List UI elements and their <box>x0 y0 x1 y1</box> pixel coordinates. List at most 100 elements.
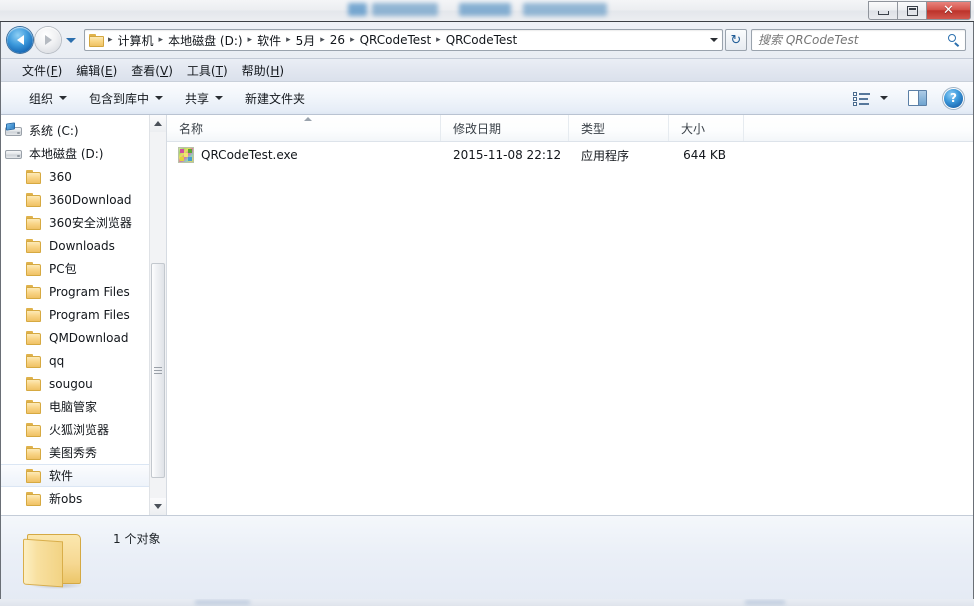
folder-icon <box>25 330 43 346</box>
search-icon <box>948 33 961 47</box>
refresh-button[interactable]: ↻ <box>725 29 747 51</box>
sidebar-item-360download[interactable]: 360Download <box>1 188 150 211</box>
drive-icon <box>5 146 23 162</box>
breadcrumb-item-may[interactable]: 5月 <box>293 31 319 50</box>
window-title-redacted-4 <box>523 3 607 16</box>
menu-help-label: 帮助 <box>241 63 266 78</box>
breadcrumb-separator[interactable]: ▸ <box>157 35 166 45</box>
title-bar[interactable]: ✕ <box>0 0 974 22</box>
breadcrumb-separator[interactable]: ▸ <box>434 35 443 45</box>
organize-label: 组织 <box>29 91 54 106</box>
address-dropdown-button[interactable] <box>706 38 722 42</box>
table-row[interactable]: QRCodeTest.exe 2015-11-08 22:12 应用程序 644… <box>167 142 973 168</box>
menu-tools[interactable]: 工具(T) <box>180 60 235 81</box>
close-button[interactable]: ✕ <box>926 1 971 20</box>
menu-file[interactable]: 文件(F) <box>15 60 69 81</box>
scroll-up-button[interactable] <box>150 115 166 132</box>
forward-arrow-icon <box>44 35 52 45</box>
menu-view[interactable]: 查看(V) <box>124 60 180 81</box>
maximize-button[interactable] <box>897 1 926 20</box>
folder-icon <box>25 238 43 254</box>
sidebar-item-label: 火狐浏览器 <box>49 423 110 437</box>
breadcrumb-item-computer[interactable]: 计算机 <box>115 31 157 50</box>
sidebar-item-pc-manager[interactable]: 电脑管家 <box>1 395 150 418</box>
preview-pane-icon[interactable] <box>908 90 927 106</box>
breadcrumb-separator[interactable]: ▸ <box>246 35 255 45</box>
sidebar-item-360-browser[interactable]: 360安全浏览器 <box>1 211 150 234</box>
toolbar-right-group: ? <box>853 88 973 108</box>
sidebar-item-firefox[interactable]: 火狐浏览器 <box>1 418 150 441</box>
breadcrumb-item-qrcodetest-parent[interactable]: QRCodeTest <box>357 32 435 48</box>
breadcrumb-item-qrcodetest[interactable]: QRCodeTest <box>443 32 521 48</box>
forward-button[interactable] <box>35 27 61 53</box>
scroll-down-button[interactable] <box>150 498 166 515</box>
sidebar-item-program-files[interactable]: Program Files <box>1 280 150 303</box>
scrollbar-thumb[interactable] <box>151 263 165 478</box>
explorer-window: ✕ ▸ 计算机 ▸ 本地磁盘 (D:) ▸ 软件 ▸ 5月 ▸ 26 ▸ QRC… <box>0 0 974 606</box>
breadcrumb-separator[interactable]: ▸ <box>348 35 357 45</box>
sidebar-item-label: 新obs <box>49 492 83 506</box>
include-in-library-button[interactable]: 包含到库中 <box>81 87 171 110</box>
file-type-cell: 应用程序 <box>581 148 630 163</box>
breadcrumb-separator[interactable]: ▸ <box>318 35 327 45</box>
breadcrumb[interactable]: ▸ 计算机 ▸ 本地磁盘 (D:) ▸ 软件 ▸ 5月 ▸ 26 ▸ QRCod… <box>85 31 706 50</box>
new-folder-label: 新建文件夹 <box>245 91 306 106</box>
sidebar-item-qq[interactable]: qq <box>1 349 150 372</box>
sidebar-item-label: QMDownload <box>49 330 129 345</box>
view-options-chevron-down-icon[interactable] <box>880 96 888 100</box>
sidebar-item-new-obs[interactable]: 新obs <box>1 487 150 510</box>
share-button[interactable]: 共享 <box>177 87 231 110</box>
file-list-pane[interactable]: 名称 修改日期 类型 大小 QRCodeTest.exe 2015-11-08 … <box>167 115 973 515</box>
minimize-button[interactable] <box>868 1 897 20</box>
view-options-icon[interactable] <box>853 91 870 106</box>
window-title-redacted-3 <box>459 3 511 16</box>
sidebar-item-local-disk-d[interactable]: 本地磁盘 (D:) <box>1 142 150 165</box>
organize-button[interactable]: 组织 <box>21 87 75 110</box>
sidebar-scrollbar[interactable] <box>149 115 166 515</box>
breadcrumb-separator[interactable]: ▸ <box>106 35 115 45</box>
search-input[interactable] <box>756 32 948 48</box>
menu-edit-label: 编辑 <box>76 63 101 78</box>
menu-file-label: 文件 <box>22 63 47 78</box>
sidebar-item-sougou[interactable]: sougou <box>1 372 150 395</box>
recent-locations-chevron-down-icon[interactable] <box>66 37 76 43</box>
search-box[interactable] <box>751 29 966 51</box>
menu-help[interactable]: 帮助(H) <box>235 60 291 81</box>
new-folder-button[interactable]: 新建文件夹 <box>237 87 313 110</box>
column-header-size-label: 大小 <box>681 121 706 136</box>
sidebar-item-software[interactable]: 软件 <box>1 464 150 487</box>
folder-icon <box>25 169 43 185</box>
column-header-name[interactable]: 名称 <box>167 115 441 141</box>
chevron-down-icon <box>710 38 718 42</box>
menu-help-accel: H <box>270 63 280 78</box>
column-header-type[interactable]: 类型 <box>569 115 669 141</box>
breadcrumb-item-software[interactable]: 软件 <box>254 31 284 50</box>
file-name-cell[interactable]: QRCodeTest.exe <box>167 142 441 168</box>
status-item-count: 1 个对象 <box>113 532 161 546</box>
back-button[interactable] <box>7 27 33 53</box>
sidebar-item-program-files-x86[interactable]: Program Files <box>1 303 150 326</box>
breadcrumb-item-26[interactable]: 26 <box>327 32 348 48</box>
column-header-size[interactable]: 大小 <box>669 115 744 141</box>
command-toolbar: 组织 包含到库中 共享 新建文件夹 ? <box>1 82 973 115</box>
sidebar-item-label: qq <box>49 353 65 368</box>
sidebar-item-pc-bao[interactable]: PC包 <box>1 257 150 280</box>
sidebar-item-360[interactable]: 360 <box>1 165 150 188</box>
sidebar-item-meitu[interactable]: 美图秀秀 <box>1 441 150 464</box>
breadcrumb-separator[interactable]: ▸ <box>284 35 293 45</box>
sidebar-item-system-c[interactable]: 系统 (C:) <box>1 119 150 142</box>
breadcrumb-item-local-disk-d[interactable]: 本地磁盘 (D:) <box>165 31 245 50</box>
sidebar-item-downloads[interactable]: Downloads <box>1 234 150 257</box>
menu-edit[interactable]: 编辑(E) <box>69 60 124 81</box>
menu-edit-accel: E <box>105 63 113 78</box>
column-header-date[interactable]: 修改日期 <box>441 115 569 141</box>
address-bar[interactable]: ▸ 计算机 ▸ 本地磁盘 (D:) ▸ 软件 ▸ 5月 ▸ 26 ▸ QRCod… <box>84 29 723 51</box>
menu-file-accel: F <box>50 63 58 78</box>
chevron-down-icon <box>59 96 68 100</box>
help-icon[interactable]: ? <box>944 88 963 108</box>
share-label: 共享 <box>185 91 210 106</box>
menu-bar: 文件(F) 编辑(E) 查看(V) 工具(T) 帮助(H) <box>1 58 973 82</box>
menu-tools-accel: T <box>215 63 223 78</box>
details-pane: 1 个对象 <box>1 515 973 604</box>
sidebar-item-qmdownload[interactable]: QMDownload <box>1 326 150 349</box>
